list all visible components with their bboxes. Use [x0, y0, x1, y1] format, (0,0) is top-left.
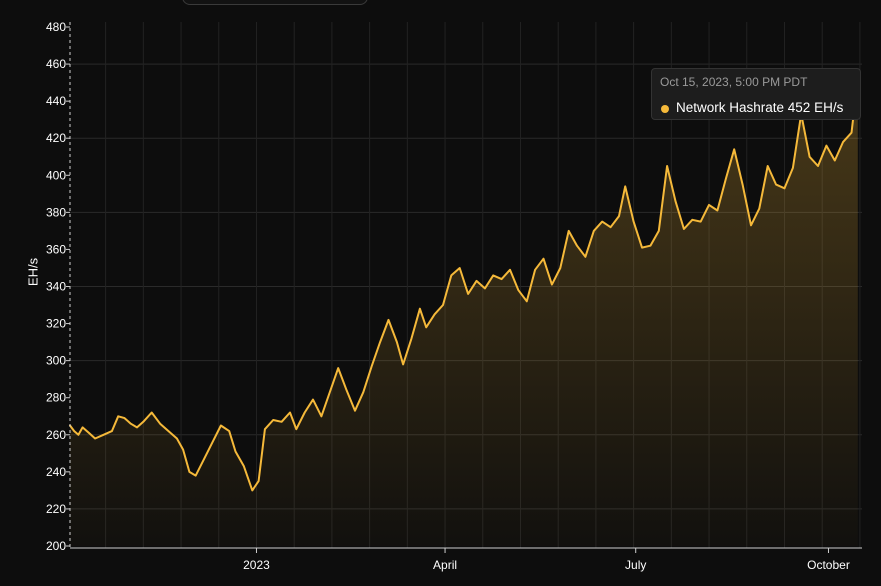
ytick-label: 380: [46, 205, 66, 219]
ytick-label: 420: [46, 131, 66, 145]
ytick-label: 460: [46, 57, 66, 71]
xtick-label: April: [433, 558, 457, 572]
xtick-label: 2023: [243, 558, 270, 572]
hover-tooltip: Oct 15, 2023, 5:00 PM PDT Network Hashra…: [651, 68, 861, 120]
ytick-label: 400: [46, 168, 66, 182]
ytick-label: 320: [46, 317, 66, 331]
xtick-label: October: [807, 558, 850, 572]
x-axis-ticks: 2023 April July October: [243, 548, 850, 572]
hashrate-area-fill: [70, 78, 858, 547]
y-axis-ticks: 200 220 240 260 280 300 320 340 360 380 400 420 440 4…: [46, 20, 70, 553]
ytick-label: 300: [46, 354, 66, 368]
ytick-label: 480: [46, 20, 66, 34]
ytick-label: 440: [46, 94, 66, 108]
y-axis-label: EH/s: [25, 257, 41, 287]
ytick-label: 240: [46, 465, 66, 479]
ytick-label: 220: [46, 502, 66, 516]
ytick-label: 340: [46, 280, 66, 294]
tooltip-date: Oct 15, 2023, 5:00 PM PDT: [660, 75, 808, 89]
xtick-label: July: [625, 558, 646, 572]
ytick-label: 200: [46, 539, 66, 553]
ytick-label: 260: [46, 428, 66, 442]
hashrate-chart: 200 220 240 260 280 300 320 340 360 380 400 420 440 4…: [0, 0, 881, 581]
tooltip-series-value: Network Hashrate 452 EH/s: [676, 100, 844, 115]
tooltip-series-dot: [661, 105, 669, 113]
ytick-label: 360: [46, 242, 66, 256]
ytick-label: 280: [46, 391, 66, 405]
range-selector[interactable]: [182, 0, 368, 5]
